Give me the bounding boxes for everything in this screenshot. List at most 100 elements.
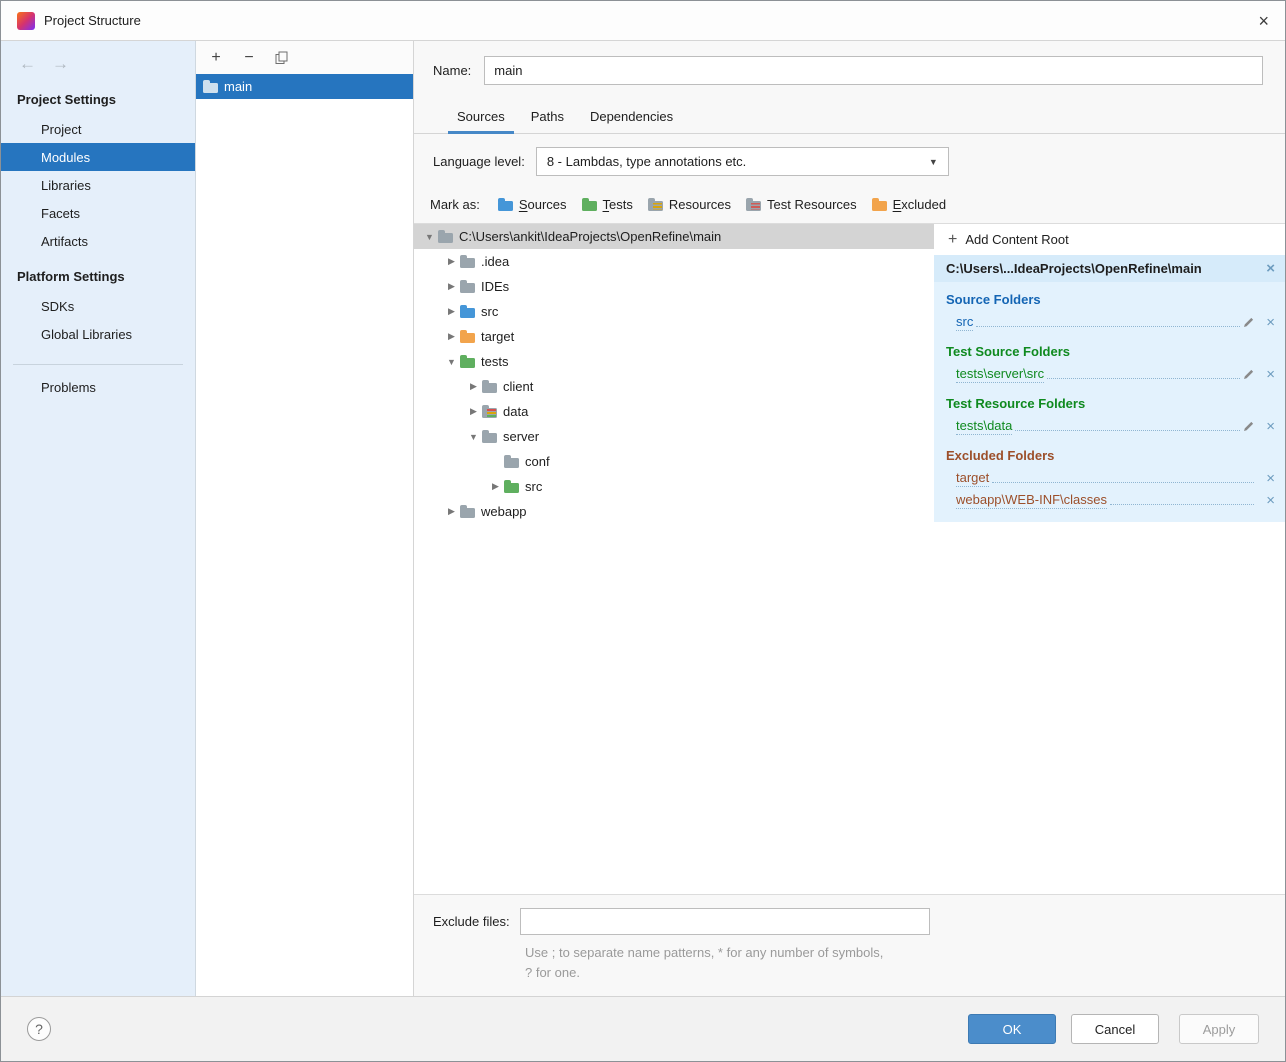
test-resource-folders-title: Test Resource Folders [946, 396, 1275, 411]
tab-dependencies[interactable]: Dependencies [577, 102, 686, 133]
content-root-path: C:\Users\...IdeaProjects\OpenRefine\main [946, 261, 1202, 276]
remove-content-root-icon[interactable]: × [1266, 261, 1275, 276]
edit-icon[interactable] [1243, 420, 1257, 432]
remove-icon[interactable]: × [1266, 367, 1275, 382]
leader-line [992, 482, 1254, 483]
cancel-button[interactable]: Cancel [1071, 1014, 1159, 1044]
language-level-select[interactable]: 8 - Lambdas, type annotations etc. ▼ [536, 147, 949, 176]
chevron-expanded-icon[interactable]: ▼ [421, 232, 438, 242]
back-icon[interactable]: ← [19, 55, 36, 72]
copy-module-icon[interactable] [275, 51, 289, 65]
forward-icon[interactable]: → [52, 55, 69, 72]
tree-row-server[interactable]: ▼ server [414, 424, 934, 449]
chevron-collapsed-icon[interactable]: ▶ [465, 381, 482, 392]
sidebar-item-problems[interactable]: Problems [1, 373, 195, 401]
tree-row-label: data [503, 404, 528, 419]
tab-paths[interactable]: Paths [518, 102, 577, 133]
resources-folder-icon [648, 201, 663, 211]
folder-icon [460, 508, 475, 518]
module-item-main[interactable]: main [196, 74, 413, 99]
chevron-collapsed-icon[interactable]: ▶ [443, 506, 460, 517]
remove-icon[interactable]: × [1266, 471, 1275, 486]
plus-icon: + [948, 232, 957, 248]
ok-button[interactable]: OK [968, 1014, 1056, 1044]
mark-as-test-resources-button[interactable]: Test Resources [746, 197, 857, 212]
chevron-collapsed-icon[interactable]: ▶ [465, 406, 482, 417]
module-name-input[interactable] [484, 56, 1263, 85]
dialog-title: Project Structure [44, 13, 141, 28]
leader-line [1110, 504, 1254, 505]
tree-row-client[interactable]: ▶ client [414, 374, 934, 399]
exclude-files-help: Use ; to separate name patterns, * for a… [525, 943, 1263, 982]
chevron-expanded-icon[interactable]: ▼ [465, 432, 482, 442]
tree-row-conf[interactable]: conf [414, 449, 934, 474]
help-button[interactable]: ? [27, 1017, 51, 1041]
project-structure-dialog: Project Structure × ← → Project Settings… [0, 0, 1286, 1062]
folder-icon [438, 233, 453, 243]
module-toolbar: + − [196, 41, 413, 74]
apply-button[interactable]: Apply [1179, 1014, 1259, 1044]
titlebar: Project Structure × [1, 1, 1285, 41]
exclude-files-label: Exclude files: [433, 914, 510, 929]
remove-module-icon[interactable]: − [242, 50, 256, 66]
sidebar-item-sdks[interactable]: SDKs [1, 292, 195, 320]
leader-line [976, 326, 1240, 327]
tree-row-src[interactable]: ▶ src [414, 299, 934, 324]
content-roots-column: + Add Content Root C:\Users\...IdeaProje… [934, 224, 1285, 894]
sidebar-item-modules[interactable]: Modules [1, 143, 195, 171]
tree-row-target[interactable]: ▶ target [414, 324, 934, 349]
tab-sources[interactable]: Sources [444, 102, 518, 133]
chevron-collapsed-icon[interactable]: ▶ [443, 256, 460, 267]
language-level-label: Language level: [433, 154, 525, 169]
leader-line [1015, 430, 1240, 431]
source-folder-icon [460, 308, 475, 318]
mark-as-resources-button[interactable]: Resources [648, 197, 731, 212]
module-name: main [224, 79, 252, 94]
exclude-files-input[interactable] [520, 908, 930, 935]
mark-as-tests-button[interactable]: Tests [582, 197, 633, 212]
dropdown-arrow-icon: ▼ [929, 157, 938, 167]
tree-row-tests[interactable]: ▼ tests [414, 349, 934, 374]
chevron-collapsed-icon[interactable]: ▶ [487, 481, 504, 492]
folder-icon [482, 383, 497, 393]
test-source-folders-group: Test Source Folders tests\server\src × [934, 334, 1285, 386]
sidebar-item-libraries[interactable]: Libraries [1, 171, 195, 199]
module-folder-icon [203, 83, 218, 93]
editor-tabs: Sources Paths Dependencies [414, 102, 1285, 134]
tree-row-ides[interactable]: ▶ IDEs [414, 274, 934, 299]
exclude-files-section: Exclude files: Use ; to separate name pa… [414, 894, 1285, 996]
edit-icon[interactable] [1243, 316, 1257, 328]
add-content-root-button[interactable]: + Add Content Root [934, 224, 1285, 255]
tree-row-label: conf [525, 454, 550, 469]
edit-icon[interactable] [1243, 368, 1257, 380]
sidebar-item-project[interactable]: Project [1, 115, 195, 143]
tree-row-label: tests [481, 354, 508, 369]
close-icon[interactable]: × [1258, 12, 1269, 30]
add-module-icon[interactable]: + [209, 50, 223, 66]
tree-row-webapp[interactable]: ▶ webapp [414, 499, 934, 524]
remove-icon[interactable]: × [1266, 315, 1275, 330]
tree-row-server-src[interactable]: ▶ src [414, 474, 934, 499]
chevron-collapsed-icon[interactable]: ▶ [443, 331, 460, 342]
sidebar-item-facets[interactable]: Facets [1, 199, 195, 227]
tree-row-data[interactable]: ▶ data [414, 399, 934, 424]
mark-as-excluded-button[interactable]: Excluded [872, 197, 946, 212]
folder-icon [482, 433, 497, 443]
folder-path: tests\server\src [956, 366, 1044, 383]
excluded-folder-entry: target × [956, 467, 1275, 489]
tree-row-idea[interactable]: ▶ .idea [414, 249, 934, 274]
chevron-collapsed-icon[interactable]: ▶ [443, 306, 460, 317]
test-resources-folder-icon [482, 408, 497, 418]
project-settings-header: Project Settings [1, 76, 195, 115]
chevron-collapsed-icon[interactable]: ▶ [443, 281, 460, 292]
remove-icon[interactable]: × [1266, 419, 1275, 434]
mark-as-sources-button[interactable]: Sources [498, 197, 567, 212]
chevron-expanded-icon[interactable]: ▼ [443, 357, 460, 367]
remove-icon[interactable]: × [1266, 493, 1275, 508]
content-root-card: C:\Users\...IdeaProjects\OpenRefine\main… [934, 255, 1285, 522]
editor-header: Name: Sources Paths Dependencies Languag… [414, 41, 1285, 224]
sidebar-item-global-libraries[interactable]: Global Libraries [1, 320, 195, 348]
history-nav: ← → [1, 41, 195, 76]
sidebar-item-artifacts[interactable]: Artifacts [1, 227, 195, 255]
tree-row-content-root[interactable]: ▼ C:\Users\ankit\IdeaProjects\OpenRefine… [414, 224, 934, 249]
